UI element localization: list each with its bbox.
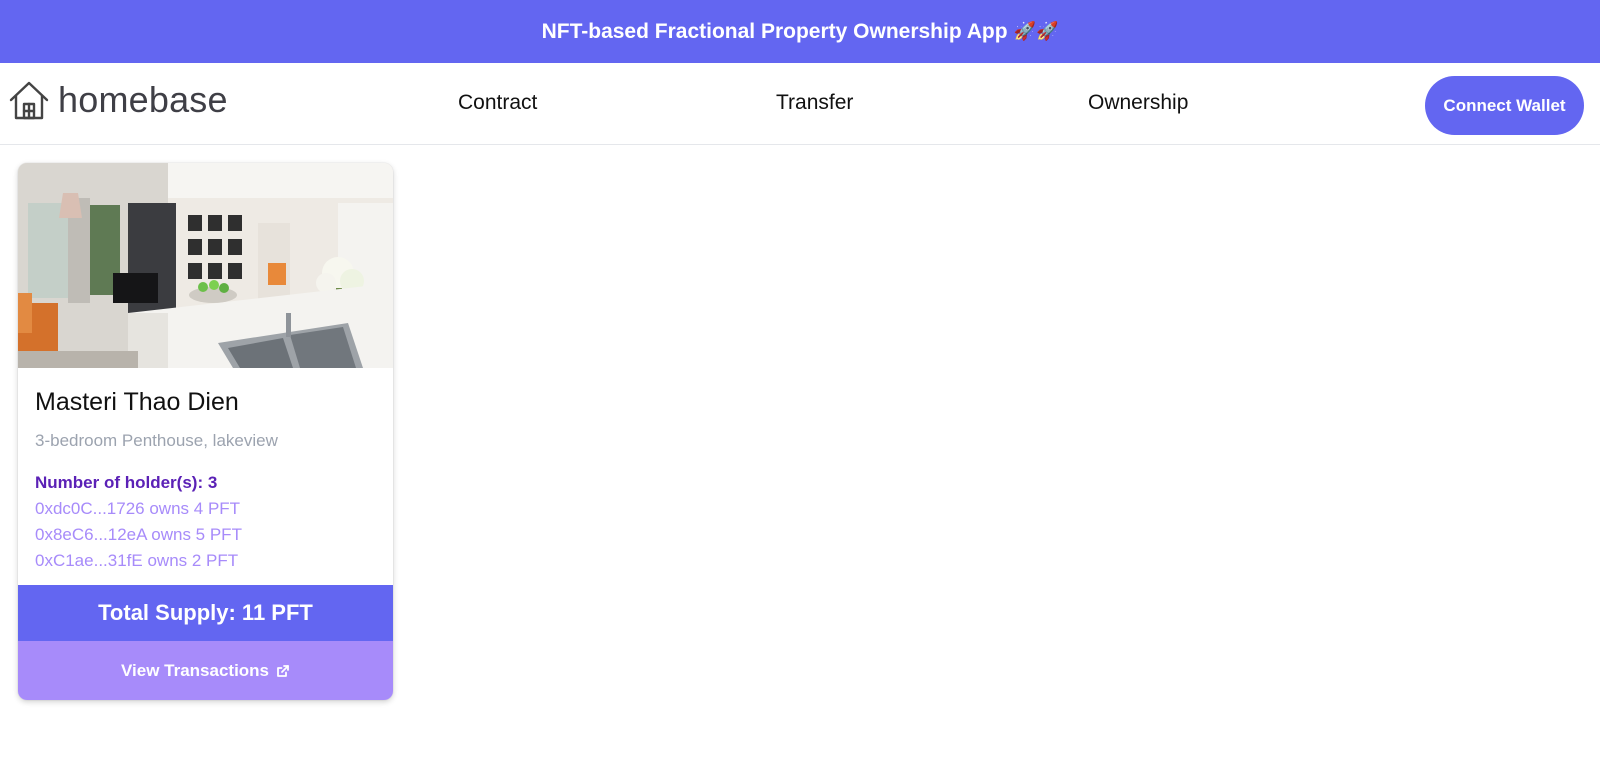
property-description: 3-bedroom Penthouse, lakeview xyxy=(35,431,278,450)
external-link-icon xyxy=(277,664,289,677)
nav-contract[interactable]: Contract xyxy=(458,91,537,115)
property-card: Masteri Thao Dien 3-bedroom Penthouse, l… xyxy=(18,163,393,700)
total-supply: Total Supply: 11 PFT xyxy=(18,585,393,641)
view-transactions-label: View Transactions xyxy=(120,660,270,680)
house-icon xyxy=(9,81,49,120)
nav-transfer[interactable]: Transfer xyxy=(776,91,853,115)
card-body: Masteri Thao Dien 3-bedroom Penthouse, l… xyxy=(18,368,393,571)
property-photo xyxy=(18,163,393,368)
holders-count: Number of holder(s): 3 xyxy=(35,473,218,492)
banner-title: NFT-based Fractional Property Ownership … xyxy=(541,19,1008,43)
holder-line: 0x8eC6...12eA owns 5 PFT xyxy=(35,525,242,544)
top-banner: NFT-based Fractional Property Ownership … xyxy=(0,0,1600,63)
connect-wallet-button[interactable]: Connect Wallet xyxy=(1425,76,1584,135)
navbar: homebase Contract Transfer Ownership Con… xyxy=(0,63,1600,145)
view-transactions-button[interactable]: View Transactions xyxy=(18,641,393,700)
holder-line: 0xdc0C...1726 owns 4 PFT xyxy=(35,499,241,518)
property-name: Masteri Thao Dien xyxy=(35,388,239,416)
logo[interactable]: homebase xyxy=(8,79,228,121)
nav-ownership[interactable]: Ownership xyxy=(1088,91,1188,115)
holder-line: 0xC1ae...31fE owns 2 PFT xyxy=(35,551,239,570)
rocket-emoji: 🚀🚀 xyxy=(1013,21,1059,42)
brand-name: homebase xyxy=(58,79,228,120)
